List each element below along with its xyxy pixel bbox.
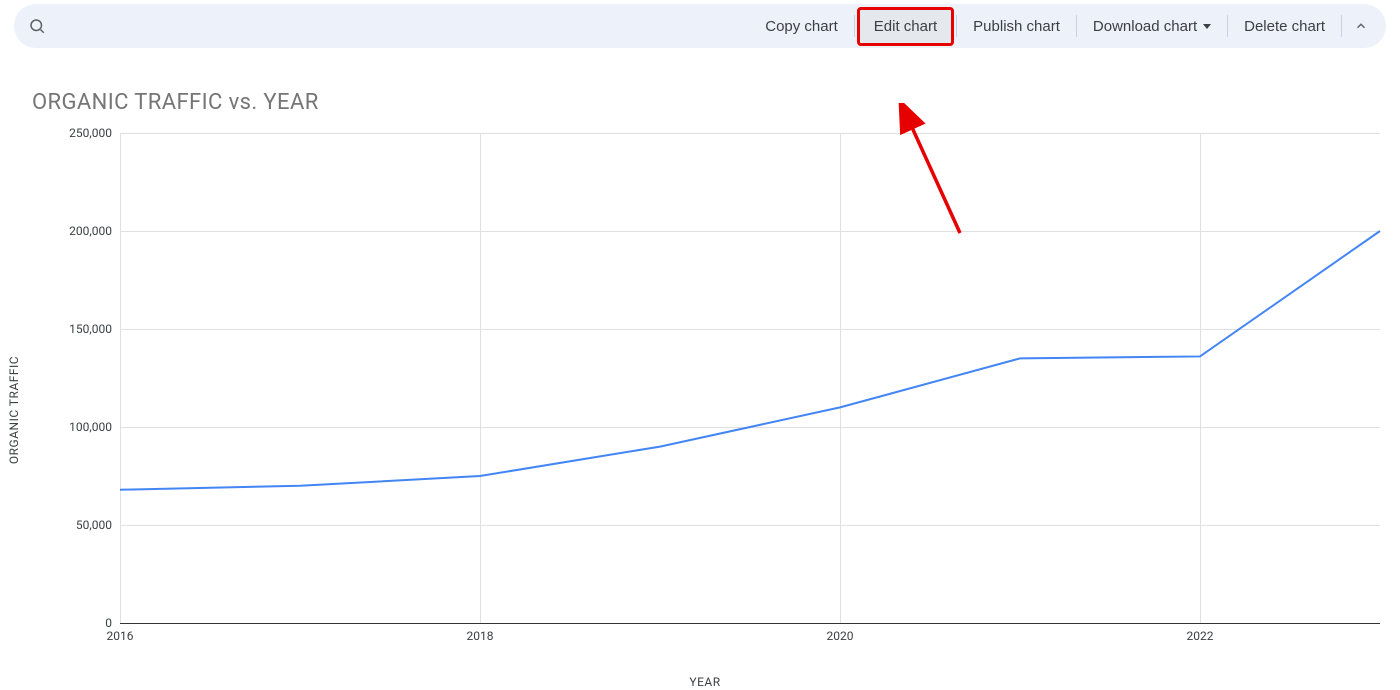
y-tick: 200,000 xyxy=(32,224,112,238)
plot-area[interactable]: 0 50,000 100,000 150,000 200,000 250,000… xyxy=(120,133,1380,623)
y-tick: 150,000 xyxy=(32,322,112,336)
separator xyxy=(1076,15,1077,37)
download-chart-label: Download chart xyxy=(1093,18,1197,35)
chart-container: ORGANIC TRAFFIC vs. YEAR ORGANIC TRAFFIC… xyxy=(0,48,1400,683)
search-icon[interactable] xyxy=(28,17,46,35)
x-tick: 2020 xyxy=(827,629,854,643)
chart-title: ORGANIC TRAFFIC vs. YEAR xyxy=(32,90,1390,115)
edit-chart-button[interactable]: Edit chart xyxy=(860,10,951,43)
collapse-button[interactable] xyxy=(1344,11,1378,41)
separator xyxy=(1341,15,1342,37)
download-chart-button[interactable]: Download chart xyxy=(1079,10,1225,43)
chart-area: ORGANIC TRAFFIC 0 50,000 100,000 150,000… xyxy=(20,123,1390,683)
y-tick: 100,000 xyxy=(32,420,112,434)
separator xyxy=(854,15,855,37)
publish-chart-button[interactable]: Publish chart xyxy=(959,10,1074,43)
separator xyxy=(956,15,957,37)
separator xyxy=(1227,15,1228,37)
y-tick: 50,000 xyxy=(32,518,112,532)
x-tick: 2016 xyxy=(107,629,134,643)
y-axis-label: ORGANIC TRAFFIC xyxy=(7,356,21,464)
chart-toolbar: Copy chart Edit chart Publish chart Down… xyxy=(14,4,1386,48)
delete-chart-button[interactable]: Delete chart xyxy=(1230,10,1339,43)
toolbar-actions: Copy chart Edit chart Publish chart Down… xyxy=(751,7,1378,46)
caret-down-icon xyxy=(1203,24,1211,29)
x-tick: 2018 xyxy=(466,629,493,643)
y-tick: 250,000 xyxy=(32,126,112,140)
copy-chart-button[interactable]: Copy chart xyxy=(751,10,852,43)
x-axis-label: YEAR xyxy=(689,675,720,689)
y-tick: 0 xyxy=(32,616,112,630)
line-series xyxy=(120,133,1380,623)
chevron-up-icon xyxy=(1354,19,1368,33)
edit-chart-highlight: Edit chart xyxy=(857,7,954,46)
x-tick: 2022 xyxy=(1186,629,1213,643)
